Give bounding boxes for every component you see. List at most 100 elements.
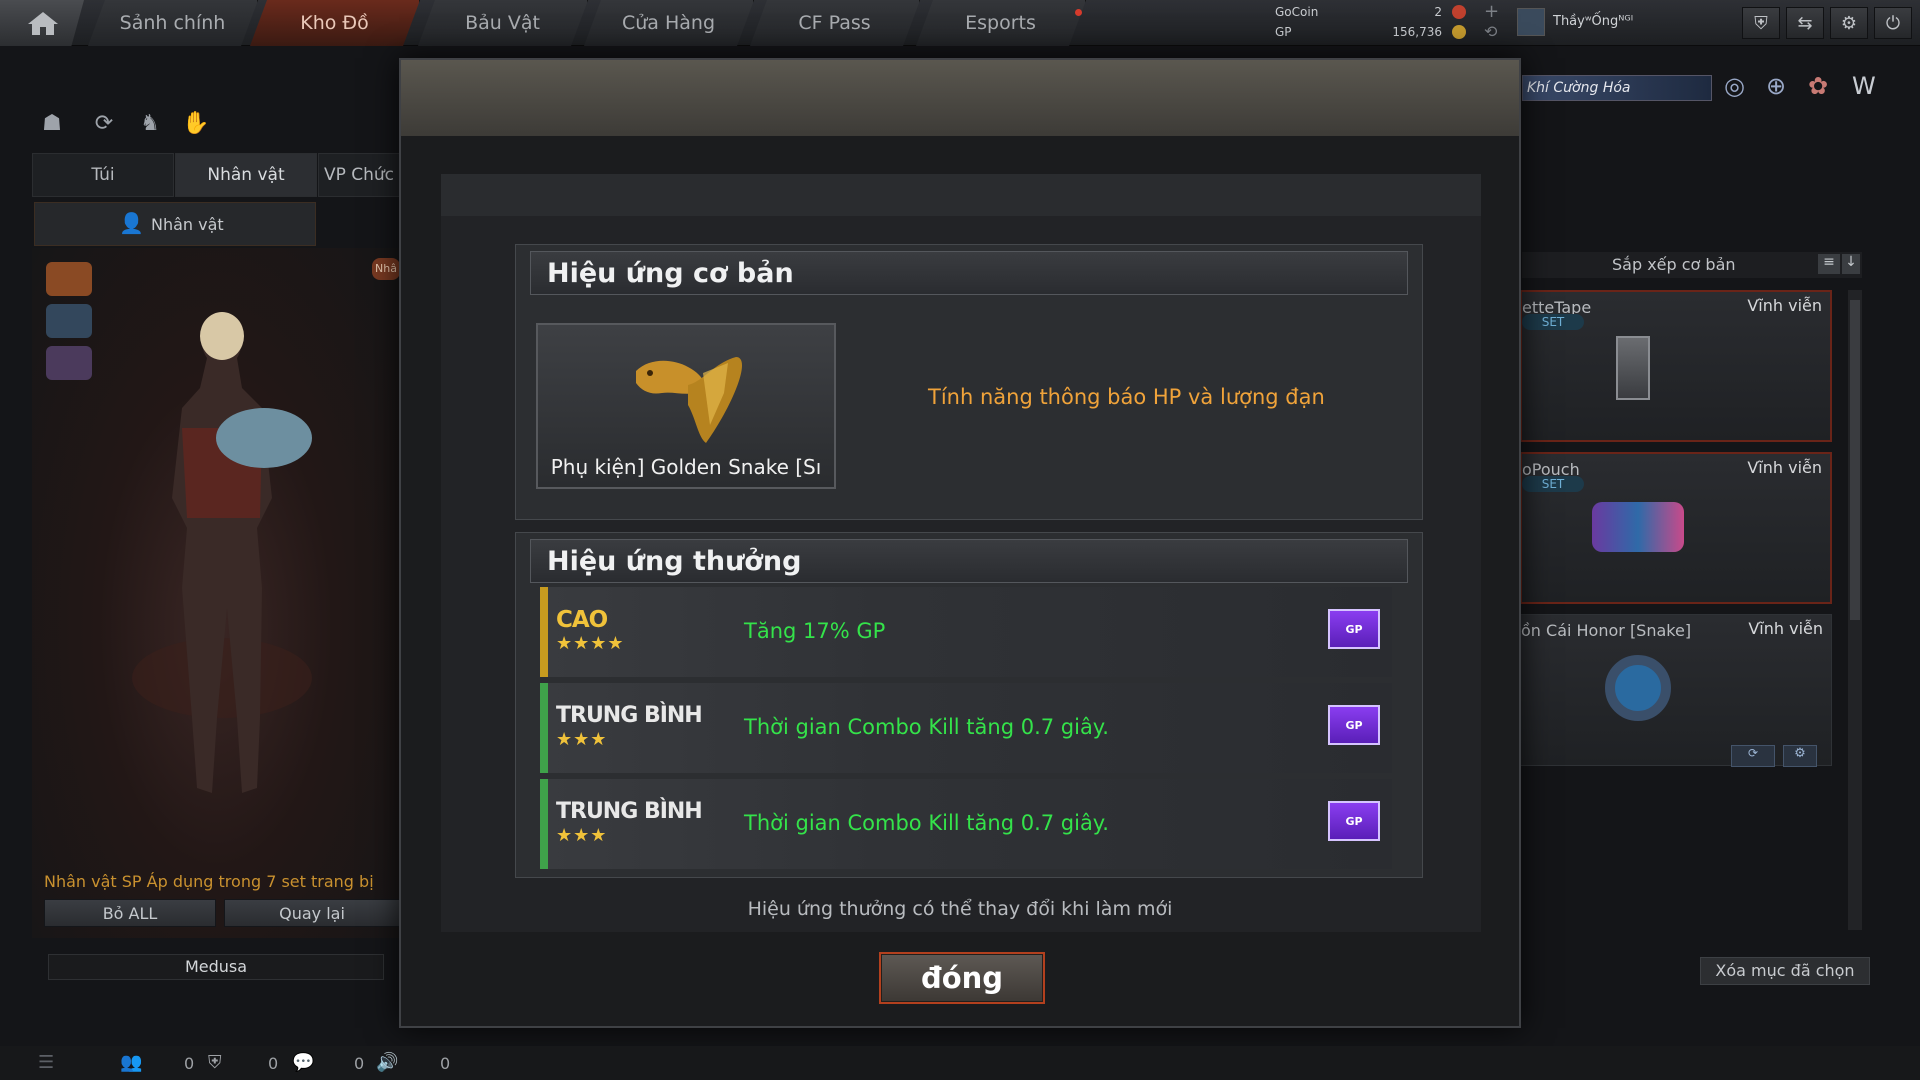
character-preview[interactable]: Nhâ (32, 248, 400, 938)
refresh-icon[interactable]: ⟲ (1484, 22, 1497, 41)
clan-count: 0 (268, 1054, 279, 1073)
item-card[interactable]: ồn Cái Honor [Snake] Vĩnh viễn ⟳ ⚙ (1520, 614, 1832, 767)
exchange-icon[interactable]: ⇆ (1786, 7, 1824, 39)
shield-icon[interactable]: ⛨ (1742, 7, 1780, 39)
ring-item-image (1605, 655, 1671, 721)
bonus-effect-row: TRUNG BÌNH ★★★ Thời gian Combo Kill tăng… (540, 779, 1392, 869)
scrollbar-thumb[interactable] (1850, 300, 1860, 620)
event-icon[interactable]: ◎ (1724, 72, 1745, 100)
team-icon[interactable]: 👥 (120, 1052, 142, 1073)
person-add-icon: 👤 (119, 211, 144, 235)
tab-function-items[interactable]: VP Chức (318, 153, 400, 197)
shield-icon[interactable]: ⛨ (208, 1052, 222, 1073)
effect-dialog: Hiệu ứng cơ bản Phụ kiện] Golden Snake [… (399, 58, 1521, 1028)
item-card[interactable]: oPouch SET Vĩnh viễn (1520, 452, 1832, 604)
basic-effect-section: Hiệu ứng cơ bản Phụ kiện] Golden Snake [… (515, 244, 1423, 520)
vip-icon[interactable]: W (1852, 72, 1876, 100)
promo-banner[interactable]: Khí Cường Hóa (1522, 75, 1712, 101)
gear-icon[interactable]: ⚙ (1783, 745, 1817, 767)
tab-inventory[interactable]: Kho Đồ (250, 0, 420, 46)
speaker-icon[interactable]: 🔊 (376, 1052, 398, 1073)
gp-label: GP (1275, 25, 1292, 39)
reset-all-button[interactable]: Bỏ ALL (44, 899, 216, 927)
basic-effect-title: Hiệu ứng cơ bản (530, 251, 1408, 295)
gp-refresh-button[interactable]: GP (1328, 609, 1380, 649)
item-duration: Vĩnh viễn (1747, 296, 1822, 315)
character-model (132, 312, 312, 793)
effect-text: Thời gian Combo Kill tăng 0.7 giây. (744, 811, 1109, 835)
character-slot-icon[interactable] (46, 346, 92, 380)
pouch-item-image (1592, 502, 1684, 552)
item-card[interactable]: etteTape SET Vĩnh viễn (1520, 290, 1832, 442)
character-slot-icon[interactable] (46, 262, 92, 296)
notification-dot (1075, 9, 1082, 16)
hand-icon[interactable]: ✋ (182, 110, 210, 138)
item-preview: Phụ kiện] Golden Snake [Sı (536, 323, 836, 489)
gp-refresh-button[interactable]: GP (1328, 801, 1380, 841)
bottom-status-bar: ☰ 👥 ⛨ 💬 🔊 (0, 1046, 1920, 1080)
character-set-info: Nhân vật SP Áp dụng trong 7 set trang bị (44, 872, 374, 891)
gp-refresh-icon: GP (1345, 622, 1363, 636)
gocoin-icon (1452, 5, 1466, 19)
gp-refresh-button[interactable]: GP (1328, 705, 1380, 745)
effect-grade: CAO (556, 607, 608, 633)
lineup-icon[interactable]: ☗ (38, 110, 66, 138)
character-subtab-label: Nhân vật (151, 214, 224, 234)
sort-label[interactable]: Sắp xếp cơ bản (1612, 255, 1736, 274)
voice-count: 0 (440, 1054, 451, 1073)
tab-esports[interactable]: Esports (916, 0, 1086, 46)
effect-text: Thời gian Combo Kill tăng 0.7 giây. (744, 715, 1109, 739)
bonus-effect-row: TRUNG BÌNH ★★★ Thời gian Combo Kill tăng… (540, 683, 1392, 773)
top-navigation-bar: Sảnh chính Kho Đồ Bảu Vật Cửa Hàng CF Pa… (0, 0, 1920, 46)
bonus-effect-title: Hiệu ứng thưởng (530, 539, 1408, 583)
sort-down-icon[interactable]: ↓ (1842, 254, 1860, 274)
home-button[interactable] (0, 0, 84, 46)
username: ThầyʷỐngᴺᴳᴵ (1553, 14, 1634, 29)
tab-bag[interactable]: Túi (32, 153, 174, 197)
tab-character[interactable]: Nhân vật (175, 153, 317, 197)
add-currency-icon[interactable]: + (1484, 1, 1499, 22)
bonus-effect-row: CAO ★★★★ Tăng 17% GP GP (540, 587, 1392, 677)
effect-grade: TRUNG BÌNH (556, 703, 703, 728)
tab-treasure[interactable]: Bảu Vật (418, 0, 588, 46)
character-slot-icon[interactable] (46, 304, 92, 338)
bonus-effect-section: Hiệu ứng thưởng CAO ★★★★ Tăng 17% GP GP … (515, 532, 1423, 878)
power-icon[interactable]: ⏻ (1874, 7, 1912, 39)
dialog-header (401, 60, 1519, 136)
scrollbar[interactable] (1848, 290, 1862, 930)
tab-lobby[interactable]: Sảnh chính (88, 0, 258, 46)
globe-icon[interactable]: ⊕ (1766, 72, 1786, 100)
gocoin-value: 2 (1434, 5, 1442, 19)
gp-refresh-icon: GP (1345, 814, 1363, 828)
item-name: Phụ kiện] Golden Snake [Sı (550, 455, 822, 479)
character-name: Medusa (48, 954, 384, 980)
avatar[interactable] (1517, 8, 1545, 36)
chat-icon[interactable]: 💬 (292, 1052, 314, 1073)
star-rating: ★★★ (556, 729, 608, 750)
golden-snake-icon (636, 357, 742, 443)
rose-icon[interactable]: ✿ (1808, 72, 1828, 100)
pose-icon[interactable]: ♞ (136, 110, 164, 138)
rotate-icon[interactable]: ⟳ (90, 110, 118, 138)
star-rating: ★★★★ (556, 633, 625, 654)
gp-refresh-icon: GP (1345, 718, 1363, 732)
gear-icon[interactable]: ⚙ (1830, 7, 1868, 39)
set-badge: SET (1522, 314, 1584, 330)
item-name: ồn Cái Honor [Snake] (1521, 621, 1692, 640)
promo-text: Khí Cường Hóa (1527, 80, 1631, 96)
close-button[interactable]: đóng (879, 952, 1045, 1004)
team-count: 0 (184, 1054, 195, 1073)
cassette-item-image (1616, 336, 1650, 400)
effect-text: Tăng 17% GP (744, 619, 886, 643)
list-icon[interactable]: ≡ (1818, 254, 1840, 274)
character-subtab[interactable]: 👤 Nhân vật (34, 202, 316, 246)
character-badge: Nhâ (372, 258, 400, 280)
menu-icon[interactable]: ☰ (38, 1052, 54, 1073)
clear-selected-button[interactable]: Xóa mục đã chọn (1700, 957, 1870, 985)
back-button[interactable]: Quay lại (224, 899, 400, 927)
item-duration: Vĩnh viễn (1747, 458, 1822, 477)
tab-shop[interactable]: Cửa Hàng (584, 0, 754, 46)
gocoin-label: GoCoin (1275, 5, 1319, 19)
tab-cf-pass[interactable]: CF Pass (750, 0, 920, 46)
refresh-gp-icon[interactable]: ⟳ (1731, 745, 1775, 767)
